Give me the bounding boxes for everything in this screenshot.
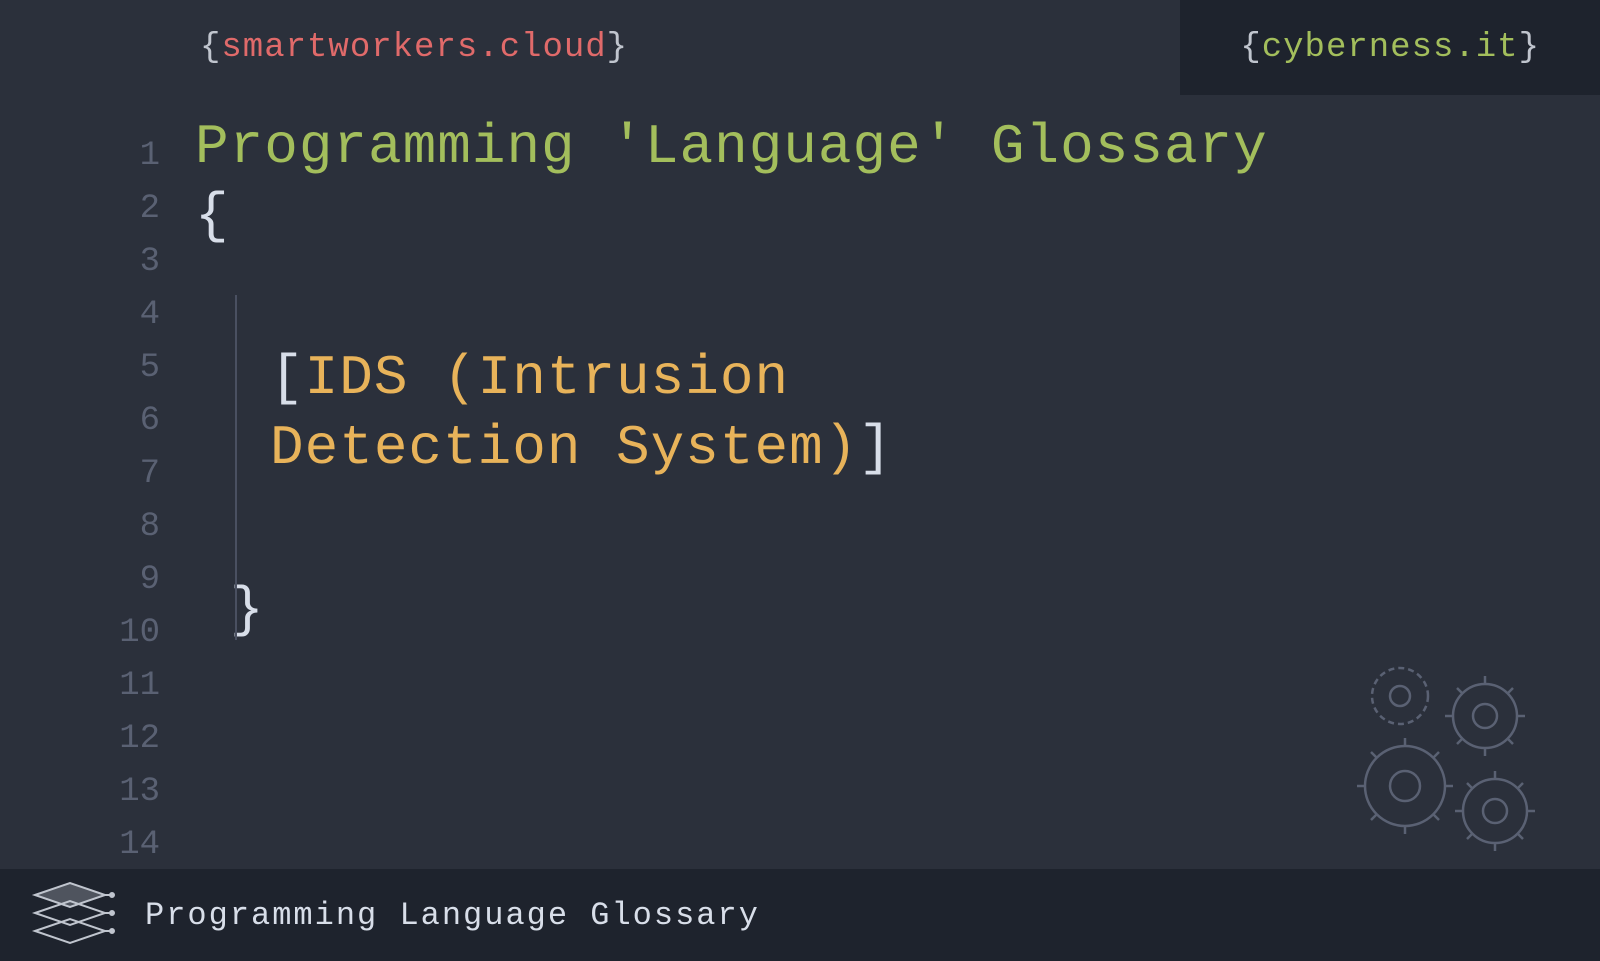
bracket-close: ] [858, 416, 893, 480]
line-number: 5 [0, 342, 160, 395]
line-number: 12 [0, 713, 160, 766]
footer-title: Programming Language Glossary [145, 897, 760, 934]
indent-guide [235, 295, 237, 640]
tab-label: cyberness.it [1262, 29, 1519, 67]
term-text-line1: IDS (Intrusion [305, 346, 789, 410]
brace-close: } [607, 29, 628, 67]
tabs-container: {smartworkers.cloud} {cyberness.it} [0, 0, 1600, 95]
term-text-line2: Detection System) [270, 416, 858, 480]
line-number: 9 [0, 554, 160, 607]
footer-bar: Programming Language Glossary [0, 869, 1600, 961]
line-number: 14 [0, 819, 160, 872]
layers-icon [20, 878, 120, 953]
glossary-title: Programming 'Language' Glossary [195, 115, 1600, 179]
tab-label: smartworkers.cloud [221, 29, 606, 67]
line-numbers-gutter: 1 2 3 4 5 6 7 8 9 10 11 12 13 14 [0, 95, 175, 875]
line-number: 6 [0, 395, 160, 448]
bracket-open: [ [270, 346, 305, 410]
line-number: 10 [0, 607, 160, 660]
glossary-term: [IDS (Intrusion Detection System)] [270, 343, 1600, 483]
brace-open: { [200, 29, 221, 67]
close-brace: } [230, 578, 1600, 642]
tab-cyberness[interactable]: {cyberness.it} [1180, 0, 1600, 95]
line-number: 4 [0, 289, 160, 342]
open-brace: { [195, 184, 1600, 248]
line-number: 2 [0, 183, 160, 236]
line-number: 3 [0, 236, 160, 289]
brace-close: } [1519, 29, 1540, 67]
line-number: 13 [0, 766, 160, 819]
line-number: 11 [0, 660, 160, 713]
tab-spacer [688, 0, 1180, 95]
line-number: 7 [0, 448, 160, 501]
brace-open: { [1240, 29, 1261, 67]
gears-icon [1340, 661, 1560, 861]
line-number: 8 [0, 501, 160, 554]
line-number: 1 [0, 130, 160, 183]
tab-smartworkers[interactable]: {smartworkers.cloud} [140, 0, 688, 95]
